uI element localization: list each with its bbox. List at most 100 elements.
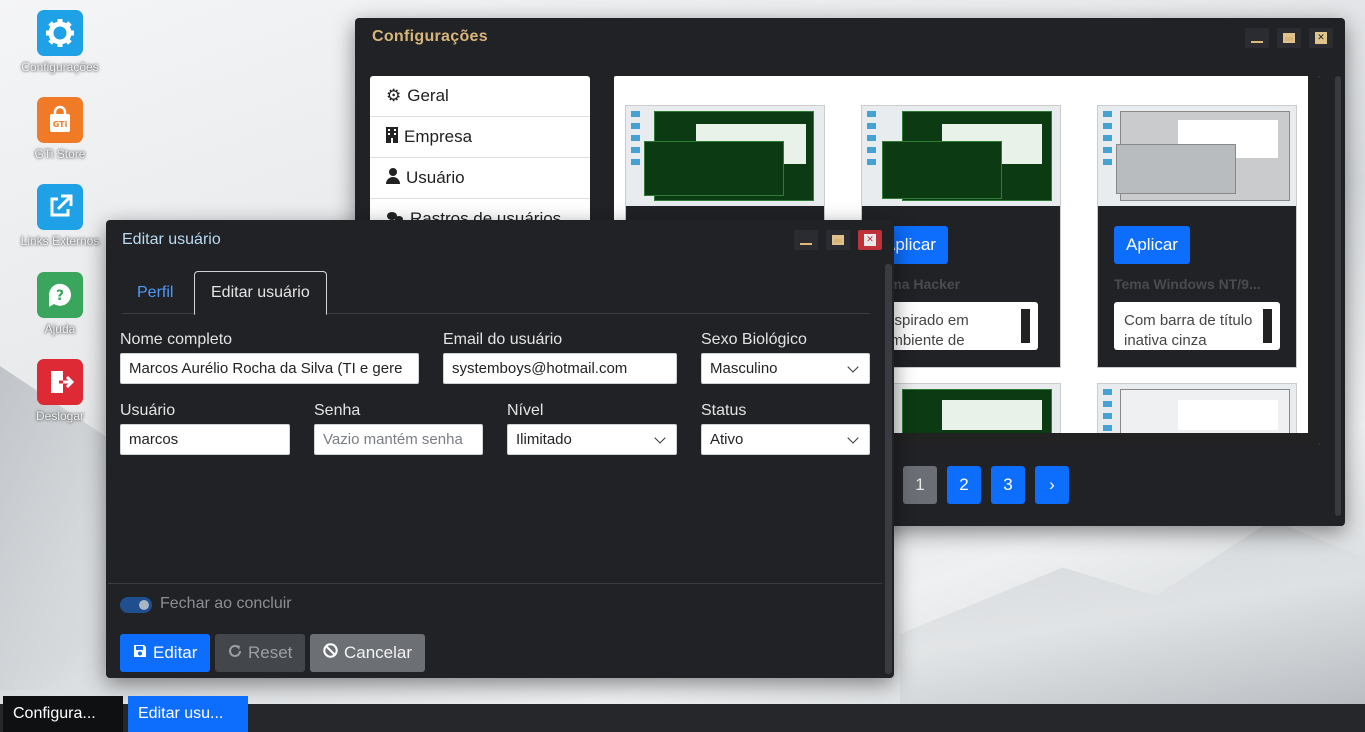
gear-icon [37,10,83,56]
ban-icon [323,643,338,663]
field-nivel: Nível Ilimitado [507,402,677,455]
password-input[interactable]: Vazio mantém senha [314,424,483,455]
field-label: Nível [507,402,544,419]
field-email: Email do usuário systemboys@hotmail.com [443,331,677,384]
desktop-icon-label: Links Externos [20,234,100,248]
theme-description: Com barra de título inativa cinza [1114,302,1280,350]
theme-thumbnail [626,106,824,206]
chevron-down-icon [654,432,666,444]
tab-bar: Perfil Editar usuário [122,271,870,315]
question-icon: ? [37,272,83,318]
taskbar: Configura... Editar usu... [0,696,1365,732]
desktop-icon-label: Configurações [21,60,99,74]
level-select[interactable]: Ilimitado [507,424,677,455]
close-on-finish-toggle[interactable] [120,597,152,613]
maximize-icon [1283,33,1295,43]
email-input[interactable]: systemboys@hotmail.com [443,353,677,384]
window-title: Configurações [372,28,488,45]
desktop-icon-label: Deslogar [35,409,85,423]
next-page-button[interactable]: › [1035,466,1069,504]
close-on-finish-label: Fechar ao concluir [160,595,292,612]
close-icon: ✕ [1315,32,1327,44]
username-input[interactable]: marcos [120,424,290,455]
theme-card: Aplicar Tema Windows NT/9... Com barra d… [1097,105,1297,368]
apply-theme-button[interactable]: Aplicar [1114,226,1190,264]
close-icon: ✕ [864,234,876,246]
menu-item-geral[interactable]: ⚙ Geral [370,76,590,117]
menu-item-label: Geral [407,86,449,105]
menu-item-label: Empresa [404,127,473,146]
theme-name: Tema Windows NT/9... [1114,276,1261,292]
logout-icon [37,359,83,405]
field-usuario: Usuário marcos [120,402,290,455]
desktop-icon-links-externos[interactable]: Links Externos [10,184,110,248]
building-icon [386,126,398,148]
edit-button[interactable]: Editar [120,634,211,672]
rotate-icon [228,643,242,663]
chevron-down-icon [847,432,859,444]
window-scrollbar[interactable] [1335,76,1341,516]
pagination: 1 2 3 › [903,466,1069,504]
theme-thumbnail [1098,106,1296,206]
desktop-icon-label: Ajuda [44,322,76,336]
maximize-button[interactable] [826,230,850,250]
desktop-icon-label: GTi Store [34,147,86,161]
window-controls: ✕ [794,230,882,250]
toggle-knob [139,600,149,610]
vertical-scrollbar[interactable] [1308,76,1320,445]
page-button-3[interactable]: 3 [991,466,1025,504]
page-button-1[interactable]: 1 [903,466,937,504]
sex-select[interactable]: Masculino [701,353,870,384]
minimize-button[interactable] [1245,28,1269,48]
status-select[interactable]: Ativo [701,424,870,455]
chevron-down-icon [847,361,859,373]
save-icon [133,643,147,663]
taskbar-item-editar-usuario[interactable]: Editar usu... [128,696,248,732]
cancel-button-label: Cancelar [344,643,413,662]
minimize-button[interactable] [794,230,818,250]
theme-description: Inspirado em ambiente de [872,302,1038,350]
taskbar-item-configuracoes[interactable]: Configura... [3,696,123,732]
desktop-icon-deslogar[interactable]: Deslogar [10,359,110,423]
field-label: Nome completo [120,331,233,348]
field-label: Email do usuário [443,331,563,348]
field-label: Sexo Biológico [701,331,807,348]
desktop-icon-configuracoes[interactable]: Configurações [10,10,110,74]
gear-icon: ⚙ [386,86,402,105]
window-scrollbar[interactable] [885,264,892,674]
field-nome-completo: Nome completo Marcos Aurélio Rocha da Si… [120,331,419,384]
full-name-input[interactable]: Marcos Aurélio Rocha da Silva (TI e gere [120,353,419,384]
menu-item-label: Usuário [406,168,465,187]
field-label: Usuário [120,402,176,419]
field-label: Status [701,402,747,419]
desktop-icon-gti-store[interactable]: GTi GTi Store [10,97,110,161]
field-senha: Senha Vazio mantém senha [314,402,483,455]
shopping-bag-icon: GTi [37,97,83,143]
user-icon [386,167,400,189]
field-label: Senha [314,402,361,419]
tab-perfil[interactable]: Perfil [137,271,173,314]
reset-button-label: Reset [248,643,293,662]
window-controls: ✕ [1245,28,1333,48]
page-button-2[interactable]: 2 [947,466,981,504]
menu-item-empresa[interactable]: Empresa [370,117,590,158]
svg-text:?: ? [56,288,64,304]
edit-user-window: Editar usuário ✕ Perfil Editar usuário N… [106,220,894,678]
close-button[interactable]: ✕ [858,230,882,250]
desktop-icon-ajuda[interactable]: ? Ajuda [10,272,110,336]
settings-menu: ⚙ Geral Empresa Usuário Rastros de usuár… [370,76,590,226]
maximize-button[interactable] [1277,28,1301,48]
cancel-button[interactable]: Cancelar [310,634,426,672]
tab-editar-usuario[interactable]: Editar usuário [194,271,327,315]
edit-button-label: Editar [153,643,198,662]
menu-item-usuario[interactable]: Usuário [370,158,590,199]
field-sexo: Sexo Biológico Masculino [701,331,870,384]
divider [108,583,882,584]
close-button[interactable]: ✕ [1309,28,1333,48]
svg-text:GTi: GTi [53,120,68,129]
background-mountain [900,520,1365,710]
reset-button[interactable]: Reset [215,634,306,672]
field-status: Status Ativo [701,402,870,455]
external-link-icon [37,184,83,230]
minimize-icon [800,243,812,245]
